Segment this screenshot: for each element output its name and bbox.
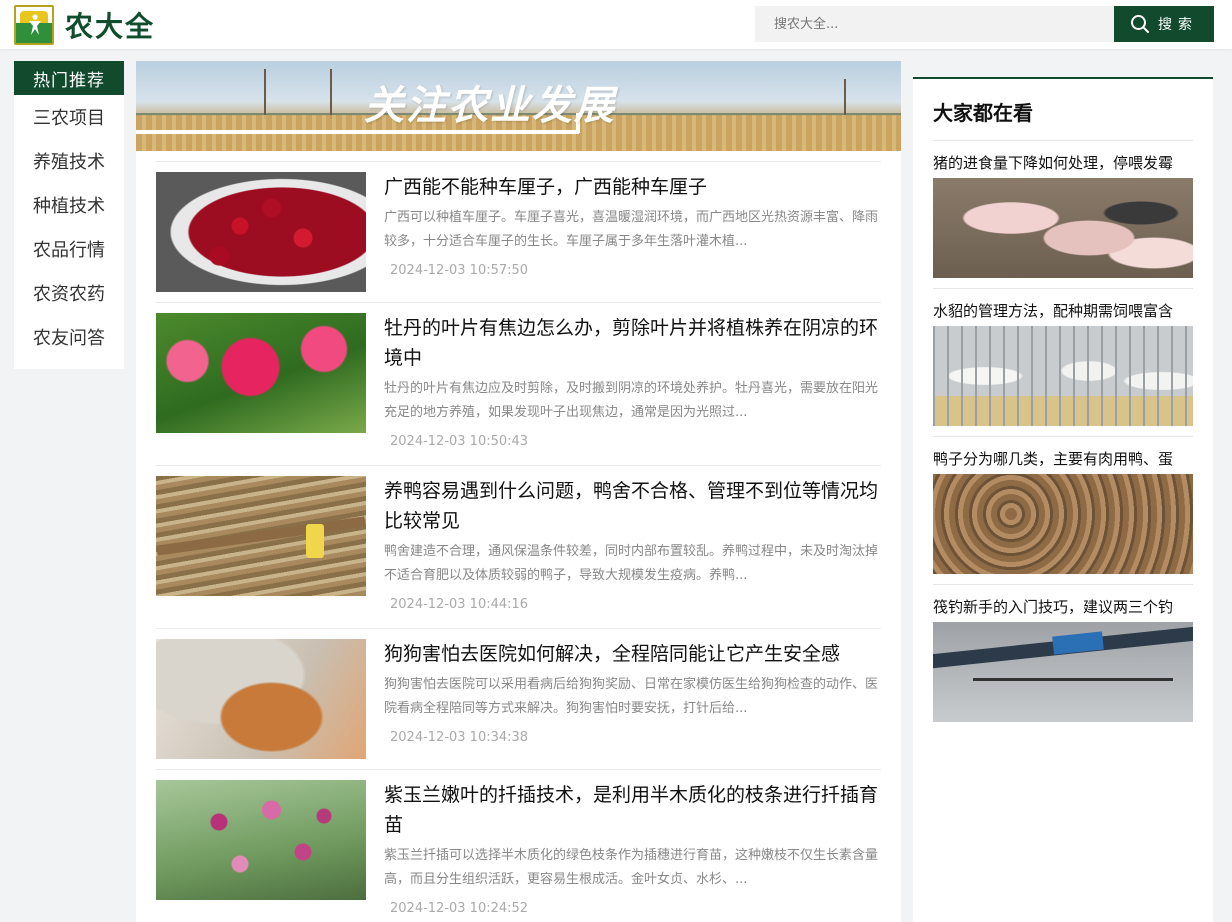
popular-item[interactable]: 鸭子分为哪几类，主要有肉用鸭、蛋: [933, 436, 1193, 584]
popular-item[interactable]: 水貂的管理方法，配种期需饲喂富含: [933, 288, 1193, 436]
popular-item-image[interactable]: [933, 326, 1193, 426]
banner-title: 关注农业发展: [364, 83, 616, 129]
article-summary: 狗狗害怕去医院可以采用看病后给狗狗奖励、日常在家模仿医生给狗狗检查的动作、医院看…: [384, 677, 879, 716]
article-time: 2024-12-03 10:50:43: [390, 434, 529, 449]
article-title[interactable]: 广西能不能种车厘子，广西能种车厘子: [384, 172, 880, 202]
site-header: 农大全 搜索: [0, 0, 1232, 49]
article-item[interactable]: 牡丹的叶片有焦边怎么办，剪除叶片并将植株养在阴凉的环境中 牡丹的叶片有焦边应及时…: [156, 302, 881, 465]
article-time: 2024-12-03 10:57:50: [390, 263, 529, 278]
popular-heading: 大家都在看: [933, 101, 1033, 125]
article-title[interactable]: 牡丹的叶片有焦边怎么办，剪除叶片并将植株养在阴凉的环境中: [384, 313, 880, 373]
article-summary: 鸭舍建造不合理，通风保温条件较差，同时内部布置较乱。养鸭过程中，未及时淘汰掉不适…: [384, 544, 879, 583]
popular-item[interactable]: 猪的进食量下降如何处理，停喂发霉: [933, 140, 1193, 288]
article-list: 广西能不能种车厘子，广西能种车厘子 广西可以种植车厘子。车厘子喜光，喜温暖湿润环…: [136, 151, 901, 922]
left-nav: 热门推荐 三农项目 养殖技术 种植技术 农品行情 农资农药 农友问答: [14, 61, 124, 369]
nav-item-qa[interactable]: 农友问答: [14, 315, 124, 359]
logo-icon: [14, 5, 54, 45]
popular-item-image[interactable]: [933, 474, 1193, 574]
article-time: 2024-12-03 10:44:16: [390, 597, 529, 612]
article-thumbnail[interactable]: [156, 780, 366, 900]
article-title[interactable]: 养鸭容易遇到什么问题，鸭舍不合格、管理不到位等情况均比较常见: [384, 476, 880, 536]
article-time: 2024-12-03 10:34:38: [390, 730, 529, 745]
article-thumbnail[interactable]: [156, 172, 366, 292]
popular-item-title[interactable]: 水貂的管理方法，配种期需饲喂富含: [933, 301, 1193, 323]
article-title[interactable]: 狗狗害怕去医院如何解决，全程陪同能让它产生安全感: [384, 639, 880, 669]
article-item[interactable]: 紫玉兰嫩叶的扦插技术，是利用半木质化的枝条进行扦插育苗 紫玉兰扦插可以选择半木质…: [156, 769, 881, 922]
article-thumbnail[interactable]: [156, 476, 366, 596]
search-input[interactable]: [755, 6, 1114, 42]
search-button-label: 搜索: [1158, 17, 1198, 33]
search-icon: [1131, 15, 1149, 33]
logo-text: 农大全: [65, 10, 156, 43]
popular-sidebar: 大家都在看 猪的进食量下降如何处理，停喂发霉 水貂的管理方法，配种期需饲喂富含 …: [913, 77, 1213, 922]
site-logo[interactable]: 农大全: [14, 5, 155, 45]
article-thumbnail[interactable]: [156, 313, 366, 433]
article-item[interactable]: 广西能不能种车厘子，广西能种车厘子 广西可以种植车厘子。车厘子喜光，喜温暖湿润环…: [156, 161, 881, 302]
popular-item-title[interactable]: 猪的进食量下降如何处理，停喂发霉: [933, 153, 1193, 175]
article-item[interactable]: 狗狗害怕去医院如何解决，全程陪同能让它产生安全感 狗狗害怕去医院可以采用看病后给…: [156, 628, 881, 769]
nav-item-sannong[interactable]: 三农项目: [14, 95, 124, 139]
article-title[interactable]: 紫玉兰嫩叶的扦插技术，是利用半木质化的枝条进行扦插育苗: [384, 780, 880, 840]
article-thumbnail[interactable]: [156, 639, 366, 759]
search-button[interactable]: 搜索: [1114, 6, 1214, 42]
article-item[interactable]: 养鸭容易遇到什么问题，鸭舍不合格、管理不到位等情况均比较常见 鸭舍建造不合理，通…: [156, 465, 881, 628]
main-content: 关注农业发展 广西能不能种车厘子，广西能种车厘子 广西可以种植车厘子。车厘子喜光…: [136, 61, 901, 922]
nav-item-market[interactable]: 农品行情: [14, 227, 124, 271]
article-summary: 紫玉兰扦插可以选择半木质化的绿色枝条作为插穗进行育苗，这种嫩枝不仅生长素含量高，…: [384, 848, 879, 887]
popular-item-title[interactable]: 筏钓新手的入门技巧，建议两三个钓: [933, 597, 1193, 619]
nav-item-breeding[interactable]: 养殖技术: [14, 139, 124, 183]
popular-item-title[interactable]: 鸭子分为哪几类，主要有肉用鸭、蛋: [933, 449, 1193, 471]
nav-item-pesticide[interactable]: 农资农药: [14, 271, 124, 315]
article-time: 2024-12-03 10:24:52: [390, 901, 529, 916]
article-summary: 广西可以种植车厘子。车厘子喜光，喜温暖湿润环境，而广西地区光热资源丰富、降雨较多…: [384, 210, 879, 249]
popular-item-image[interactable]: [933, 178, 1193, 278]
nav-heading[interactable]: 热门推荐: [14, 61, 124, 95]
banner[interactable]: 关注农业发展: [136, 61, 901, 151]
nav-item-planting[interactable]: 种植技术: [14, 183, 124, 227]
article-summary: 牡丹的叶片有焦边应及时剪除，及时搬到阴凉的环境处养护。牡丹喜光，需要放在阳光充足…: [384, 381, 879, 420]
search-bar: 搜索: [755, 6, 1214, 42]
popular-item[interactable]: 筏钓新手的入门技巧，建议两三个钓: [933, 584, 1193, 732]
popular-item-image[interactable]: [933, 622, 1193, 722]
